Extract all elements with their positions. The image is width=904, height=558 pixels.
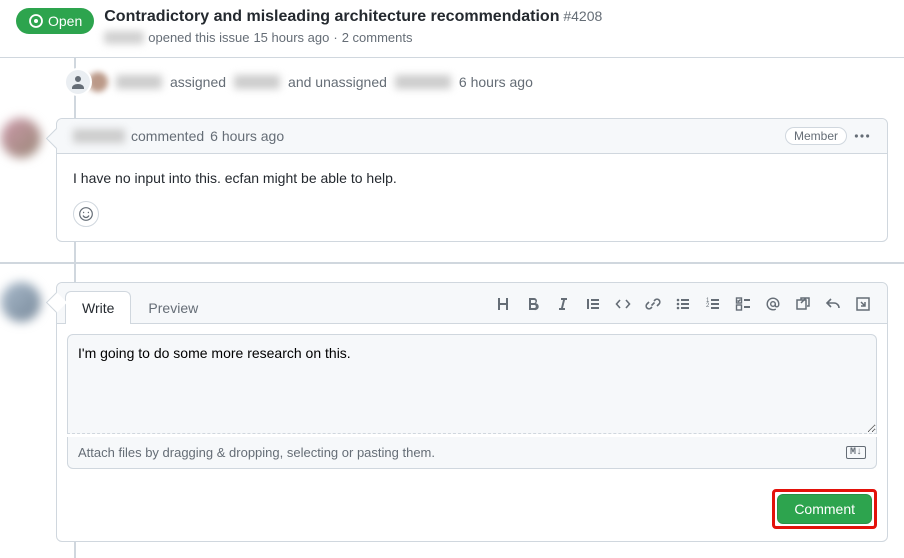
- commenter-name-redacted[interactable]: [73, 129, 125, 143]
- author-name-redacted[interactable]: [104, 31, 144, 44]
- comment-time[interactable]: 6 hours ago: [210, 128, 284, 144]
- smiley-icon: [78, 206, 94, 222]
- comment-block: commented 6 hours ago Member I have no i…: [56, 118, 888, 242]
- assign-event: assigned and unassigned 6 hours ago: [56, 58, 888, 106]
- ul-icon[interactable]: [673, 294, 693, 314]
- attach-hint[interactable]: Attach files by dragging & dropping, sel…: [67, 437, 877, 469]
- compose-actions: Comment: [57, 479, 887, 541]
- divider: [0, 262, 904, 264]
- comment-textarea[interactable]: [67, 334, 877, 434]
- commenter-avatar[interactable]: [1, 118, 41, 158]
- ol-icon[interactable]: 12: [703, 294, 723, 314]
- crossref-icon[interactable]: [793, 294, 813, 314]
- add-reaction-button[interactable]: [73, 201, 99, 227]
- link-icon[interactable]: [643, 294, 663, 314]
- quote-icon[interactable]: [583, 294, 603, 314]
- issue-meta: opened this issue 15 hours ago · 2 comme…: [104, 30, 888, 45]
- meta-time[interactable]: 15 hours ago: [253, 30, 329, 45]
- markdown-badge[interactable]: M↓: [846, 446, 866, 459]
- assignee-2-redacted[interactable]: [395, 75, 451, 89]
- bold-icon[interactable]: [523, 294, 543, 314]
- italic-icon[interactable]: [553, 294, 573, 314]
- unassigned-word: and unassigned: [288, 74, 387, 90]
- reaction-bar: [57, 197, 887, 241]
- assigned-word: assigned: [170, 74, 226, 90]
- meta-action: opened this issue: [148, 30, 249, 45]
- issue-number: #4208: [563, 8, 602, 24]
- code-icon[interactable]: [613, 294, 633, 314]
- svg-text:2: 2: [706, 303, 710, 309]
- reply-icon[interactable]: [823, 294, 843, 314]
- tasklist-icon[interactable]: [733, 294, 753, 314]
- member-badge: Member: [785, 127, 847, 145]
- meta-comments: 2 comments: [342, 30, 413, 45]
- assignee-1-redacted[interactable]: [234, 75, 280, 89]
- issue-title[interactable]: Contradictory and misleading architectur…: [104, 8, 559, 25]
- heading-icon[interactable]: [493, 294, 513, 314]
- comment-header: commented 6 hours ago Member: [57, 119, 887, 154]
- compose-tabs: Write Preview 12: [57, 283, 887, 324]
- issue-open-icon: [28, 13, 44, 29]
- comment-body: I have no input into this. ecfan might b…: [57, 154, 887, 197]
- expand-icon[interactable]: [853, 294, 873, 314]
- current-user-avatar[interactable]: [1, 282, 41, 322]
- formatting-toolbar: 12: [487, 294, 879, 320]
- tab-preview[interactable]: Preview: [131, 291, 215, 324]
- state-label: Open: [48, 13, 82, 29]
- person-icon: [64, 68, 92, 96]
- actor-name-redacted[interactable]: [116, 75, 162, 89]
- tutorial-highlight: Comment: [772, 489, 877, 529]
- attach-hint-text: Attach files by dragging & dropping, sel…: [78, 445, 435, 460]
- assign-time[interactable]: 6 hours ago: [459, 74, 533, 90]
- tab-write[interactable]: Write: [65, 291, 131, 324]
- state-badge: Open: [16, 8, 94, 34]
- mention-icon[interactable]: [763, 294, 783, 314]
- comment-button[interactable]: Comment: [777, 494, 872, 524]
- comment-action: commented: [131, 128, 204, 144]
- compose-block: Write Preview 12: [56, 282, 888, 542]
- issue-title-row: Contradictory and misleading architectur…: [104, 8, 888, 26]
- issue-header: Open Contradictory and misleading archit…: [0, 0, 904, 58]
- timeline: assigned and unassigned 6 hours ago comm…: [0, 58, 904, 558]
- kebab-icon[interactable]: [853, 127, 871, 145]
